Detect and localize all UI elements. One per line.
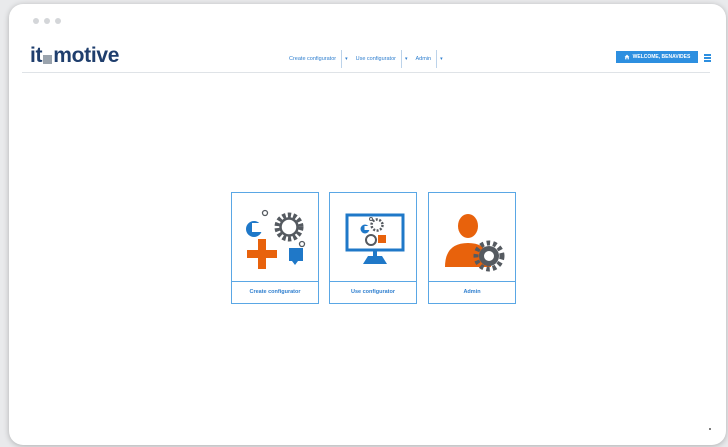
home-icon [624,54,630,60]
welcome-label: WELCOME, BENAVIDES [632,54,691,60]
top-navbar: it motive Create configurator ▾ Use confi… [22,42,710,73]
hamburger-icon[interactable] [704,54,711,63]
itmotive-logo[interactable]: it motive [30,44,119,68]
window-dot-minimize[interactable] [44,18,50,24]
logo-text-it: it [30,44,43,67]
card-icon-area [330,193,416,283]
caret-down-icon[interactable]: ▾ [437,56,446,62]
main-menu: Create configurator ▾ Use configurator ▾… [284,50,446,68]
card-use-configurator[interactable]: Use configurator [329,192,417,304]
window-dot-close[interactable] [33,18,39,24]
window-dot-maximize[interactable] [55,18,61,24]
card-label-admin: Admin [429,281,515,303]
caret-down-icon[interactable]: ▾ [402,56,411,62]
menu-item-use-configurator[interactable]: Use configurator [351,52,401,66]
card-icon-area [232,193,318,283]
card-label-use-configurator: Use configurator [330,281,416,303]
caret-down-icon[interactable]: ▾ [342,56,351,62]
logo-square-mark [43,55,53,64]
card-admin[interactable]: Admin [428,192,516,304]
welcome-user-button[interactable]: WELCOME, BENAVIDES [616,51,698,63]
card-label-create-configurator: Create configurator [232,281,318,303]
menu-item-admin[interactable]: Admin [410,52,436,66]
create-configurator-icon [246,209,306,269]
window-controls [33,18,61,24]
menu-item-create-configurator[interactable]: Create configurator [284,52,341,66]
use-configurator-icon [345,213,405,264]
card-create-configurator[interactable]: Create configurator [231,192,319,304]
card-icon-area [429,193,515,283]
admin-user-gear-icon [445,214,505,272]
corner-mark [709,428,711,430]
logo-text-motive: motive [53,44,120,67]
